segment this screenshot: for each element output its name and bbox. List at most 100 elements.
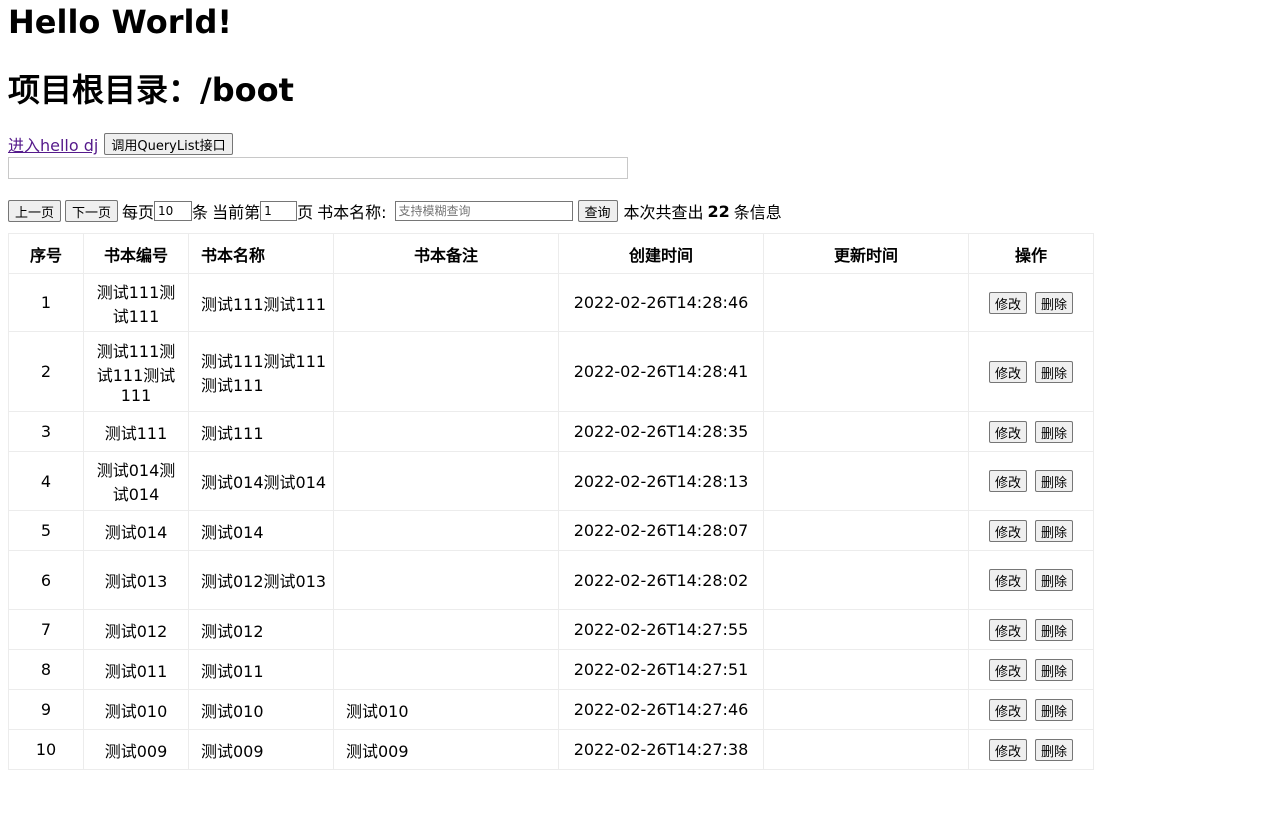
edit-button[interactable]: 修改 [988,360,1027,383]
cell-remark [333,609,559,651]
query-list-button[interactable]: 调用QueryList接口 [104,133,233,156]
cell-created: 2022-02-26T14:28:35 [558,411,764,453]
edit-button[interactable]: 修改 [988,519,1027,542]
delete-button[interactable]: 删除 [1035,738,1074,761]
cell-no: 6 [8,550,84,611]
cell-name: 测试012测试013 [188,550,334,611]
cell-name: 测试014 [188,510,334,552]
cell-actions: 修改 删除 [968,550,1094,611]
cell-name: 测试111测试111 [188,273,334,333]
prev-page-button[interactable]: 上一页 [8,200,62,223]
cell-updated [763,411,969,453]
cell-code: 测试011 [83,649,189,691]
cell-code: 测试013 [83,550,189,611]
cell-created: 2022-02-26T14:28:13 [558,451,764,512]
cell-created: 2022-02-26T14:27:51 [558,649,764,691]
cell-remark [333,273,559,333]
book-name-label: 书本名称: [317,203,387,223]
cell-updated [763,729,969,771]
cell-updated [763,510,969,552]
cell-no: 2 [8,331,84,413]
cell-remark: 测试009 [333,729,559,771]
cell-actions: 修改 删除 [968,689,1094,731]
delete-button[interactable]: 删除 [1035,519,1074,542]
cell-updated [763,649,969,691]
cell-actions: 修改 删除 [968,451,1094,512]
delete-button[interactable]: 删除 [1035,420,1074,443]
cell-name: 测试009 [188,729,334,771]
cell-created: 2022-02-26T14:27:46 [558,689,764,731]
table-row: 5 测试014 测试014 2022-02-26T14:28:07 修改 删除 [8,510,1094,552]
result-suffix: 条信息 [733,203,782,223]
edit-button[interactable]: 修改 [988,420,1027,443]
cell-updated [763,550,969,611]
cell-code: 测试012 [83,609,189,651]
cell-created: 2022-02-26T14:28:46 [558,273,764,333]
edit-button[interactable]: 修改 [988,698,1027,721]
cell-name: 测试010 [188,689,334,731]
result-count: 22 [707,201,730,221]
table-row: 6 测试013 测试012测试013 2022-02-26T14:28:02 修改 删除 [8,550,1094,611]
table-row: 10 测试009 测试009 测试009 2022-02-26T14:27:38 修改 删除 [8,729,1094,771]
link-row: 进入hello dj 调用QueryList接口 [8,132,1276,156]
cell-code: 测试111测试111 [83,273,189,333]
cell-created: 2022-02-26T14:28:07 [558,510,764,552]
cell-no: 7 [8,609,84,651]
cell-no: 5 [8,510,84,552]
current-page-suffix: 页 [297,203,314,223]
cell-remark [333,649,559,691]
root-dir-heading: 项目根目录：/boot [8,70,294,109]
cell-remark [333,331,559,413]
cell-actions: 修改 删除 [968,331,1094,413]
delete-button[interactable]: 删除 [1035,360,1074,383]
edit-button[interactable]: 修改 [988,470,1027,493]
cell-updated [763,609,969,651]
cell-updated [763,331,969,413]
result-prefix: 本次共查出 [623,203,704,223]
cell-name: 测试111测试111测试111 [188,331,334,413]
table-row: 3 测试111 测试111 2022-02-26T14:28:35 修改 删除 [8,411,1094,453]
table-row: 7 测试012 测试012 2022-02-26T14:27:55 修改 删除 [8,609,1094,651]
delete-button[interactable]: 删除 [1035,698,1074,721]
cell-actions: 修改 删除 [968,411,1094,453]
edit-button[interactable]: 修改 [988,569,1027,592]
delete-button[interactable]: 删除 [1035,658,1074,681]
delete-button[interactable]: 删除 [1035,470,1074,493]
delete-button[interactable]: 删除 [1035,618,1074,641]
cell-remark: 测试010 [333,689,559,731]
cell-code: 测试009 [83,729,189,771]
edit-button[interactable]: 修改 [988,658,1027,681]
current-page-prefix: 当前第 [212,203,261,223]
hello-dj-link[interactable]: 进入hello dj [8,132,98,156]
cell-name: 测试014测试014 [188,451,334,512]
table-header-row: 序号 书本编号 书本名称 书本备注 创建时间 更新时间 操作 [8,233,1094,275]
search-input[interactable] [394,201,573,222]
cell-no: 10 [8,729,84,771]
cell-no: 8 [8,649,84,691]
cell-code: 测试010 [83,689,189,731]
delete-button[interactable]: 删除 [1035,291,1074,314]
next-page-button[interactable]: 下一页 [65,200,119,223]
per-page-suffix: 条 [192,203,209,223]
cell-no: 9 [8,689,84,731]
edit-button[interactable]: 修改 [988,291,1027,314]
cell-name: 测试011 [188,649,334,691]
edit-button[interactable]: 修改 [988,738,1027,761]
cell-code: 测试014测试014 [83,451,189,512]
cell-no: 3 [8,411,84,453]
header-remark: 书本备注 [333,233,559,275]
output-box[interactable] [8,157,628,180]
edit-button[interactable]: 修改 [988,618,1027,641]
cell-updated [763,451,969,512]
current-page-input[interactable] [260,201,298,222]
search-button[interactable]: 查询 [577,200,618,223]
per-page-input[interactable] [154,201,193,222]
books-table: 序号 书本编号 书本名称 书本备注 创建时间 更新时间 操作 1 测试111测试1… [8,233,1094,771]
table-row: 2 测试111测试111测试111 测试111测试111测试111 2022-02-2… [8,331,1094,413]
cell-remark [333,451,559,512]
header-actions: 操作 [968,233,1094,275]
cell-actions: 修改 删除 [968,649,1094,691]
cell-actions: 修改 删除 [968,273,1094,333]
cell-remark [333,510,559,552]
delete-button[interactable]: 删除 [1035,569,1074,592]
